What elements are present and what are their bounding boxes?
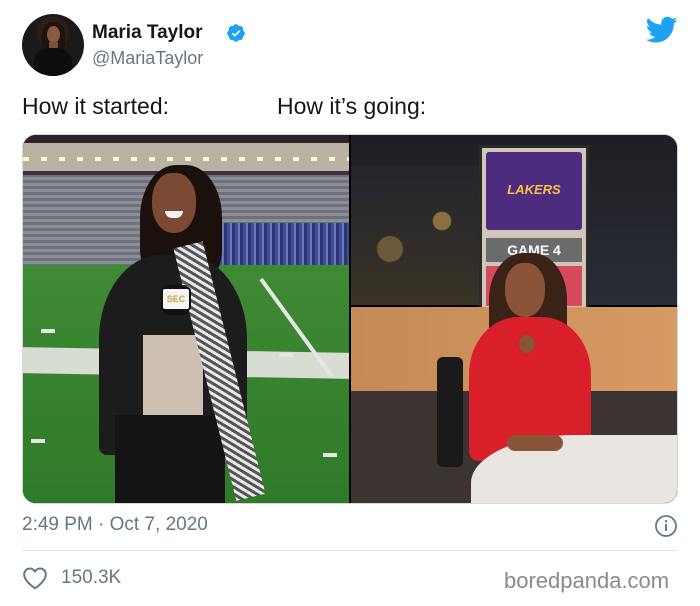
studio-chair xyxy=(437,357,463,467)
reporter-pants xyxy=(115,415,225,503)
reporter-shirt xyxy=(143,335,203,425)
heart-icon[interactable] xyxy=(22,566,48,590)
lakers-logo: LAKERS xyxy=(486,152,582,230)
info-icon[interactable] xyxy=(654,514,678,538)
twitter-bird-icon[interactable] xyxy=(646,16,678,44)
avatar-face xyxy=(47,26,60,43)
photo-how-it-started[interactable]: SEC xyxy=(23,135,349,503)
tweet-text-right: How it’s going: xyxy=(277,93,427,119)
field-hash-mark xyxy=(323,453,337,457)
field-hash-mark xyxy=(279,353,293,357)
stadium-crowd xyxy=(203,223,349,269)
stadium-lights xyxy=(23,157,349,161)
field-hash-mark xyxy=(31,439,45,443)
field-hash-mark xyxy=(41,329,55,333)
verified-badge-icon xyxy=(227,24,245,42)
author-name[interactable]: Maria Taylor xyxy=(92,22,203,44)
tweet-timestamp[interactable]: 2:49 PM · Oct 7, 2020 xyxy=(22,514,208,536)
tweet-media[interactable]: SEC LAKERS GAME 4 xyxy=(22,134,678,504)
dress-cutout xyxy=(519,335,535,353)
reporter-face xyxy=(152,173,196,233)
tweet-text-left: How it started: xyxy=(22,93,169,119)
footer-divider xyxy=(22,550,678,551)
author-handle[interactable]: @MariaTaylor xyxy=(92,48,203,69)
tweet-card: Maria Taylor @MariaTaylor How it started… xyxy=(0,0,700,606)
like-count[interactable]: 150.3K xyxy=(61,567,121,589)
avatar[interactable] xyxy=(22,14,84,76)
mic-flag-logo: SEC xyxy=(161,287,191,311)
avatar-body xyxy=(34,48,72,76)
anchor-arms xyxy=(507,435,563,451)
city-window xyxy=(351,165,481,305)
boredpanda-watermark: boredpanda.com xyxy=(504,568,670,593)
anchor-face xyxy=(505,263,545,317)
photo-how-its-going[interactable]: LAKERS GAME 4 xyxy=(351,135,677,503)
